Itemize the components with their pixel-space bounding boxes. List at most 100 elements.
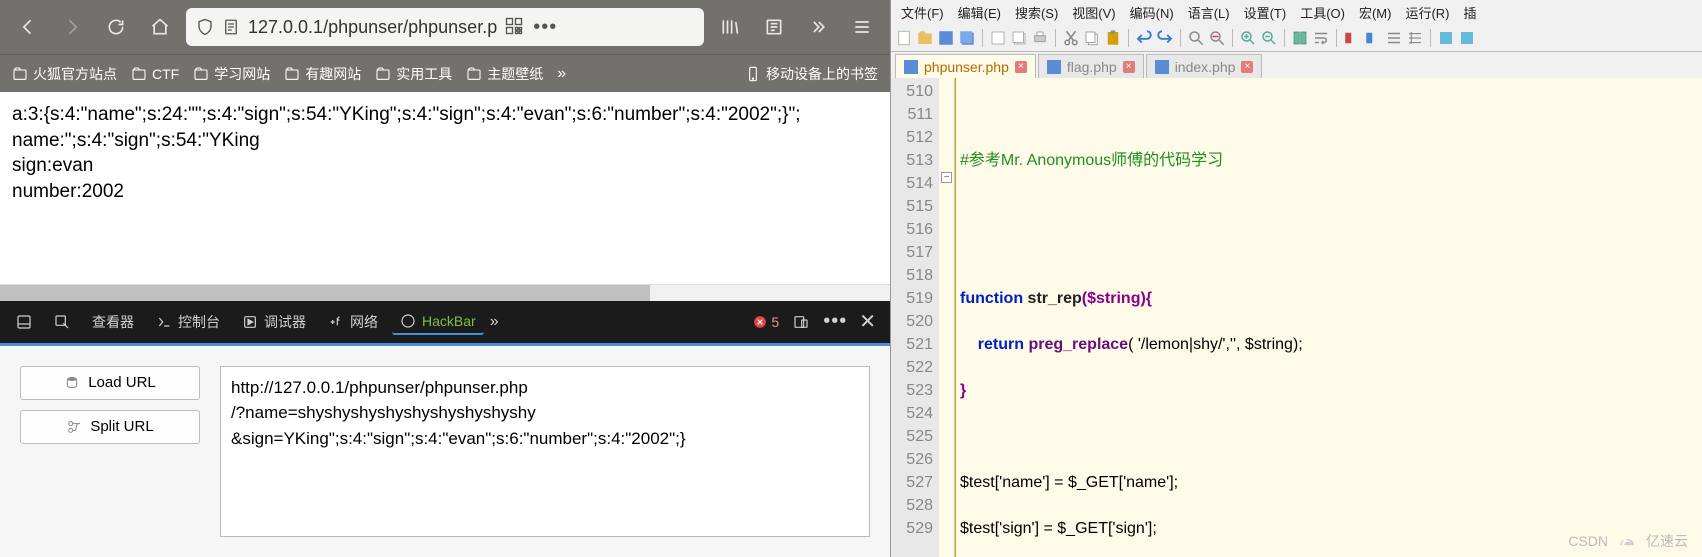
bookmark-item[interactable]: 火狐官方站点 (12, 64, 117, 84)
bookmark-item[interactable]: CTF (131, 66, 179, 82)
horizontal-scrollbar[interactable] (0, 284, 890, 301)
open-file-icon[interactable] (916, 29, 934, 47)
output-line: a:3:{s:4:"name";s:24:"";s:4:"sign";s:54:… (12, 102, 878, 128)
toolbar-icon[interactable] (1406, 29, 1424, 47)
disk-icon (1155, 60, 1169, 74)
zoom-in-icon[interactable] (1239, 29, 1257, 47)
menu-item[interactable]: 视图(V) (1066, 1, 1121, 24)
mobile-bookmarks[interactable]: 移动设备上的书签 (745, 64, 878, 84)
console-tab[interactable]: 控制台 (148, 308, 228, 336)
bookmark-item[interactable]: 主题壁纸 (466, 64, 543, 84)
tab-close-icon[interactable]: × (1123, 61, 1135, 73)
overflow-icon[interactable] (800, 9, 836, 45)
tab-close-icon[interactable]: × (1015, 61, 1027, 73)
cut-icon[interactable] (1062, 29, 1080, 47)
save-icon[interactable] (937, 29, 955, 47)
menu-item[interactable]: 语言(L) (1182, 1, 1236, 24)
code-line: } (960, 379, 1694, 402)
qr-icon[interactable] (505, 17, 525, 37)
file-tab-active[interactable]: phpunser.php× (895, 54, 1036, 78)
bookmark-item[interactable]: 有趣网站 (284, 64, 361, 84)
menu-icon[interactable] (844, 9, 880, 45)
dock-icon[interactable] (8, 310, 40, 334)
devtools-close-button[interactable]: ✕ (853, 309, 882, 334)
line-gutter: 5105115125135145155165175185195205215225… (891, 78, 939, 557)
picker-icon[interactable] (46, 310, 78, 334)
library-icon[interactable] (712, 9, 748, 45)
fold-column: − (939, 78, 955, 557)
load-url-button[interactable]: Load URL (20, 366, 200, 400)
page-icon (222, 18, 240, 36)
inspector-tab[interactable]: 查看器 (84, 308, 142, 336)
output-line: name:";s:4:"sign";s:54:"YKing (12, 128, 878, 154)
code-content[interactable]: #参考Mr. Anonymous师傅的代码学习 function str_rep… (955, 78, 1702, 557)
menu-item[interactable]: 编辑(E) (952, 1, 1007, 24)
back-button[interactable] (10, 9, 46, 45)
tab-close-icon[interactable]: × (1241, 61, 1253, 73)
hackbar-panel: Load URL Split URL (0, 343, 890, 557)
undo-icon[interactable] (1135, 29, 1153, 47)
menu-item[interactable]: 设置(T) (1238, 1, 1293, 24)
reload-button[interactable] (98, 9, 134, 45)
code-line: $test['name'] = $_GET['name']; (960, 471, 1694, 494)
reader-icon[interactable] (756, 9, 792, 45)
toolbar-icon[interactable] (1385, 29, 1403, 47)
menu-item[interactable]: 运行(R) (1399, 1, 1455, 24)
devtools-tabs: 查看器 控制台 调试器 网络 HackBar » 5 ••• ✕ (0, 301, 890, 343)
shield-icon (196, 18, 214, 36)
toolbar-icon[interactable] (1364, 29, 1382, 47)
wrap-icon[interactable] (1312, 29, 1330, 47)
print-icon[interactable] (1031, 29, 1049, 47)
bookmark-item[interactable]: 实用工具 (375, 64, 452, 84)
home-button[interactable] (142, 9, 178, 45)
split-url-button[interactable]: Split URL (20, 410, 200, 444)
find-icon[interactable] (1187, 29, 1205, 47)
browser-navbar: 127.0.0.1/phpunser/phpunser.p ••• (0, 0, 890, 54)
zoom-out-icon[interactable] (1260, 29, 1278, 47)
sync-icon[interactable] (1291, 29, 1309, 47)
close-all-icon[interactable] (1010, 29, 1028, 47)
disk-icon (904, 60, 918, 74)
browser-window: 127.0.0.1/phpunser/phpunser.p ••• 火狐官方站点… (0, 0, 890, 557)
toolbar-icon[interactable] (1343, 29, 1361, 47)
url-text: 127.0.0.1/phpunser/phpunser.p (248, 17, 497, 38)
hackbar-url-input[interactable] (220, 366, 870, 538)
toolbar-icon[interactable] (1458, 29, 1476, 47)
network-tab[interactable]: 网络 (320, 308, 386, 336)
redo-icon[interactable] (1156, 29, 1174, 47)
copy-icon[interactable] (1083, 29, 1101, 47)
menu-item[interactable]: 编码(N) (1124, 1, 1180, 24)
url-more-icon[interactable]: ••• (533, 16, 557, 39)
error-indicator[interactable]: 5 (753, 314, 779, 330)
fold-marker-icon[interactable]: − (941, 172, 952, 183)
file-tab[interactable]: flag.php× (1038, 54, 1144, 78)
editor-toolbar (891, 24, 1702, 52)
menu-item[interactable]: 宏(M) (1353, 1, 1398, 24)
disk-icon (1047, 60, 1061, 74)
close-icon[interactable] (989, 29, 1007, 47)
debugger-tab[interactable]: 调试器 (234, 308, 314, 336)
file-tab[interactable]: index.php× (1146, 54, 1263, 78)
devtools-more-icon[interactable]: » (490, 313, 499, 331)
responsive-icon[interactable] (785, 310, 817, 334)
code-line: return preg_replace( '/lemon|shy/','', $… (960, 333, 1694, 356)
code-area[interactable]: 5105115125135145155165175185195205215225… (891, 78, 1702, 557)
menu-item[interactable]: 工具(O) (1294, 1, 1351, 24)
menu-item[interactable]: 搜索(S) (1009, 1, 1064, 24)
new-file-icon[interactable] (895, 29, 913, 47)
url-bar[interactable]: 127.0.0.1/phpunser/phpunser.p ••• (186, 8, 704, 46)
page-content: a:3:{s:4:"name";s:24:"";s:4:"sign";s:54:… (0, 92, 890, 284)
paste-icon[interactable] (1104, 29, 1122, 47)
menu-item[interactable]: 文件(F) (895, 1, 950, 24)
menu-item[interactable]: 插 (1458, 1, 1483, 24)
bookmarks-more-icon[interactable]: » (557, 65, 566, 83)
devtools-menu-icon[interactable]: ••• (823, 310, 847, 333)
hackbar-tab[interactable]: HackBar (392, 309, 484, 335)
replace-icon[interactable] (1208, 29, 1226, 47)
bookmark-item[interactable]: 学习网站 (193, 64, 270, 84)
forward-button[interactable] (54, 9, 90, 45)
toolbar-icon[interactable] (1437, 29, 1455, 47)
editor-tabs: phpunser.php× flag.php× index.php× (891, 52, 1702, 78)
bookmarks-bar: 火狐官方站点 CTF 学习网站 有趣网站 实用工具 主题壁纸 » 移动设备上的书… (0, 54, 890, 92)
save-all-icon[interactable] (958, 29, 976, 47)
